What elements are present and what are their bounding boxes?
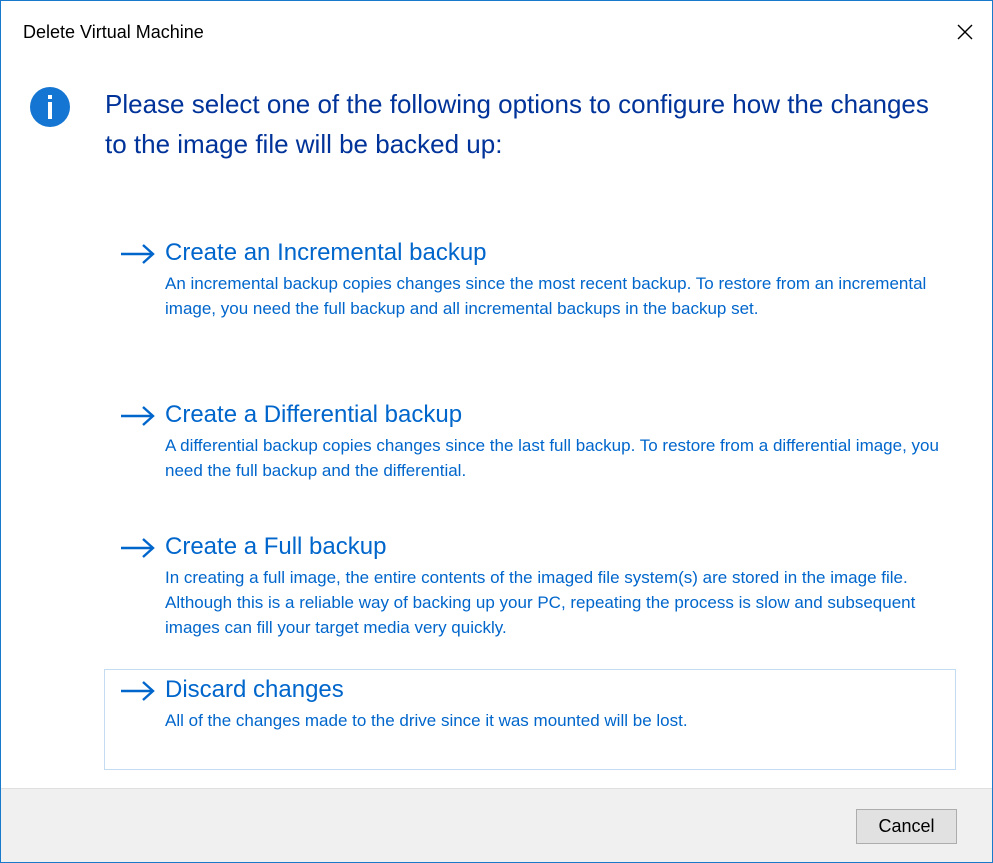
cancel-button[interactable]: Cancel — [856, 809, 957, 844]
create-differential-backup-option[interactable]: Create a Differential backup A different… — [104, 394, 956, 494]
create-incremental-backup-option[interactable]: Create an Incremental backup An incremen… — [104, 232, 956, 358]
option-title: Create an Incremental backup — [165, 239, 487, 266]
create-full-backup-option[interactable]: Create a Full backup In creating a full … — [104, 526, 956, 654]
discard-changes-option[interactable]: Discard changes All of the changes made … — [104, 669, 956, 770]
option-title: Create a Differential backup — [165, 401, 463, 428]
window-title: Delete Virtual Machine — [23, 22, 204, 42]
arrow-right-icon — [121, 244, 155, 264]
option-description: A differential backup copies changes sin… — [165, 436, 939, 480]
main-instruction: Please select one of the following optio… — [105, 89, 929, 159]
arrow-right-icon — [121, 538, 155, 558]
option-description: An incremental backup copies changes sin… — [165, 274, 927, 318]
close-icon — [957, 24, 973, 40]
dialog-footer: Cancel — [1, 788, 992, 862]
option-title: Create a Full backup — [165, 533, 387, 560]
arrow-right-icon — [121, 681, 155, 701]
option-description: In creating a full image, the entire con… — [165, 568, 916, 637]
dialog-window: Delete Virtual Machine Please select one… — [0, 0, 993, 863]
option-description: All of the changes made to the drive sin… — [165, 711, 688, 730]
arrow-right-icon — [121, 406, 155, 426]
info-icon — [30, 87, 70, 127]
close-button[interactable] — [938, 1, 992, 63]
option-title: Discard changes — [165, 676, 344, 703]
title-bar: Delete Virtual Machine — [1, 1, 992, 63]
